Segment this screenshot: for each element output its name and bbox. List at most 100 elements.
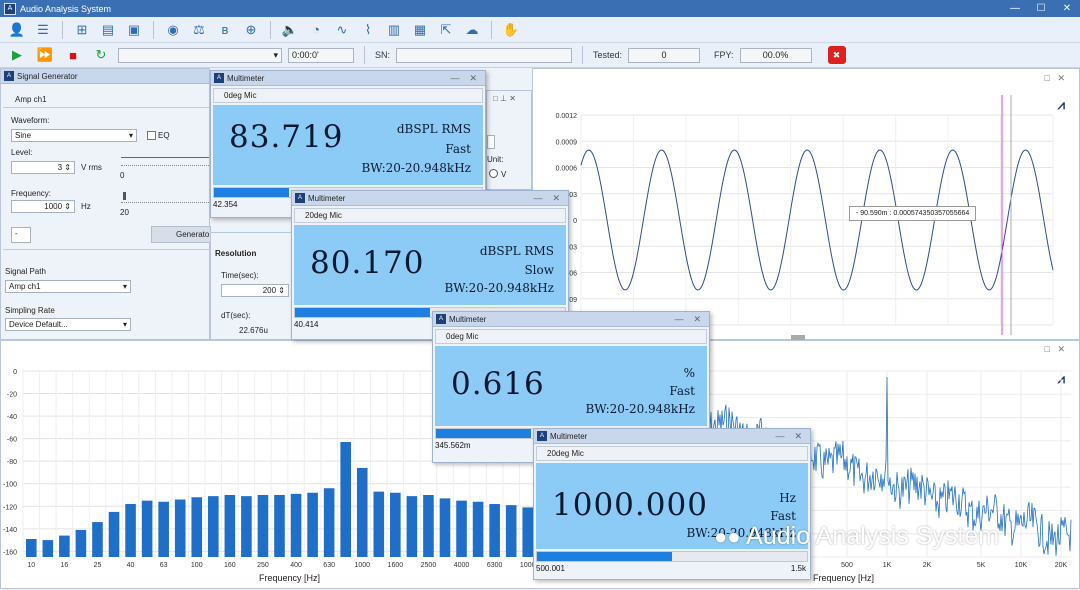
calculator-icon[interactable]: ▦ (409, 19, 431, 41)
multimeter-window-4[interactable]: A Multimeter — ✕ 20deg Mic 1000.000 Hz Fast… (533, 428, 811, 580)
minimize-button[interactable]: — (450, 73, 459, 84)
multimeter-channel: 0deg Mic (213, 88, 483, 103)
frequency-slider-min: 20 (120, 208, 129, 217)
level-input[interactable]: 3 ⇕ (11, 161, 75, 174)
fft-x-tick: 10K (1015, 562, 1028, 569)
unit-v-label: V (501, 170, 507, 179)
open-icon[interactable]: ▤ (97, 19, 119, 41)
multimeter-titlebar: A Multimeter — ✕ (534, 429, 810, 444)
hand-icon[interactable]: ✋ (500, 19, 522, 41)
multimeter-bandwidth: BW:20-20.948kHz (585, 402, 695, 416)
bluetooth-icon[interactable]: ʙ (214, 19, 236, 41)
reset-icon[interactable]: ✖ (827, 46, 846, 64)
target-icon[interactable]: ⊕ (240, 19, 262, 41)
multimeter-mode: Slow (524, 263, 554, 277)
time-input[interactable]: 200 ⇕ (221, 284, 289, 297)
level-slider-ticks (121, 165, 209, 166)
multimeter-level-fill (214, 188, 290, 197)
panel-logo-icon: A (537, 431, 547, 441)
play-icon[interactable]: ▶ (6, 44, 28, 66)
multimeter-unit: dBSPL RMS (396, 122, 471, 136)
minimize-button[interactable]: — (1002, 3, 1028, 14)
bar-x-tick: 63 (160, 562, 168, 569)
waveform-select[interactable]: Sine ▾ (11, 129, 137, 142)
resolution-panel: Resolution Time(sec): 200 ⇕ dT(sec): 22.… (210, 232, 292, 340)
bar-80 (174, 499, 186, 557)
close-button[interactable]: ✕ (794, 431, 802, 442)
bar-x-tick: 630 (323, 562, 335, 569)
bar-315 (274, 495, 285, 557)
export-icon[interactable]: ⇱ (435, 19, 457, 41)
close-button[interactable]: ✕ (693, 314, 701, 325)
small-input[interactable]: - (11, 227, 31, 243)
multimeter-scale-max: 1.5k (790, 564, 806, 573)
bar-1000 (356, 467, 368, 557)
multimeter-value: 1000.000 (552, 487, 708, 523)
frequency-input[interactable]: 1000 ⇕ (11, 200, 75, 213)
loop-run-icon[interactable]: ↻ (90, 44, 112, 66)
multimeter-level-fill (436, 429, 531, 438)
channel-tab[interactable]: Amp ch1 (15, 95, 47, 104)
bar-2000 (406, 496, 418, 557)
multimeter-scale-min: 40.414 (294, 320, 319, 329)
signal-generator-panel: A Signal Generator Amp ch1 Waveform: Sin… (0, 68, 211, 340)
close-button[interactable]: ✕ (469, 73, 477, 84)
unit-v-radio[interactable] (489, 169, 498, 178)
panel-controls[interactable]: □ ⊥ ✕ (493, 94, 516, 103)
add-icon[interactable]: ⊞ (71, 19, 93, 41)
bar-y-tick: -120 (3, 504, 17, 511)
level-slider[interactable] (121, 157, 209, 158)
unit-dropdown-edge[interactable] (487, 135, 495, 149)
bar-6300 (489, 504, 500, 557)
minimize-button[interactable]: — (775, 431, 784, 442)
multimeter-scale-min: 345.562m (435, 441, 471, 450)
bar-160 (224, 495, 236, 557)
waveform-plot[interactable]: 0.00120.00090.00060.00030-0.0003-0.0006-… (533, 69, 1080, 341)
minimize-button[interactable]: — (674, 314, 683, 325)
signal-path-select[interactable]: Amp ch1 ▾ (5, 280, 131, 293)
run-toolbar: ▶ ⏩ ■ ↻ ▾ 0:00:0' SN: Tested: 0 FPY: 00.… (0, 43, 1080, 68)
stop-icon[interactable]: ■ (62, 44, 84, 66)
waveform-value: Sine (15, 131, 32, 140)
sequence-select[interactable]: ▾ (118, 47, 282, 63)
bar-20 (75, 529, 87, 557)
multimeter-mode: Fast (770, 509, 796, 523)
spectrum-icon[interactable]: ▥ (383, 19, 405, 41)
list-icon[interactable]: ☰ (32, 19, 54, 41)
sampling-rate-select[interactable]: Device Default... ▾ (5, 318, 131, 331)
save-icon[interactable]: ▣ (123, 19, 145, 41)
bar-25 (92, 522, 103, 557)
multimeter-scale-min: 42.354 (213, 200, 238, 209)
dt-value: 22.676u (239, 326, 268, 335)
multimeter-titlebar: A Multimeter — ✕ (211, 71, 485, 86)
meter-icon[interactable]: ◔ (305, 19, 327, 41)
toolbar-divider (270, 20, 271, 39)
bar-x-tick: 10 (27, 562, 35, 569)
speaker-icon[interactable]: 🔈 (279, 19, 301, 41)
bar-4000 (456, 500, 467, 557)
step-forward-icon[interactable]: ⏩ (34, 44, 56, 66)
eq-checkbox[interactable] (147, 131, 156, 140)
multimeter-bandwidth: BW:20-20.948kHz (361, 161, 471, 175)
pulse-icon[interactable]: ⌇ (357, 19, 379, 41)
multimeter-title: Multimeter (308, 193, 346, 203)
close-button[interactable]: ✕ (1054, 3, 1080, 14)
bar-y-tick: -20 (7, 392, 17, 399)
instrument-icon[interactable]: ◉ (162, 19, 184, 41)
signal-path-label: Signal Path (5, 267, 46, 276)
bar-125 (208, 496, 219, 557)
bar-8000 (505, 505, 517, 557)
balance-icon[interactable]: ⚖ (188, 19, 210, 41)
cloud-icon[interactable]: ☁ (461, 19, 483, 41)
frequency-slider-thumb[interactable] (123, 192, 126, 200)
generate-button[interactable]: Generato (151, 226, 211, 243)
bar-x-tick: 400 (290, 562, 302, 569)
multimeter-titlebar: A Multimeter — ✕ (292, 191, 568, 206)
sn-input[interactable] (396, 47, 573, 63)
close-button[interactable]: ✕ (552, 193, 560, 204)
minimize-button[interactable]: — (533, 193, 542, 204)
user-icon[interactable]: 👤 (6, 19, 28, 41)
sine-icon[interactable]: ∿ (331, 19, 353, 41)
maximize-button[interactable]: ☐ (1028, 3, 1054, 14)
fft-x-tick: 20K (1055, 562, 1068, 569)
